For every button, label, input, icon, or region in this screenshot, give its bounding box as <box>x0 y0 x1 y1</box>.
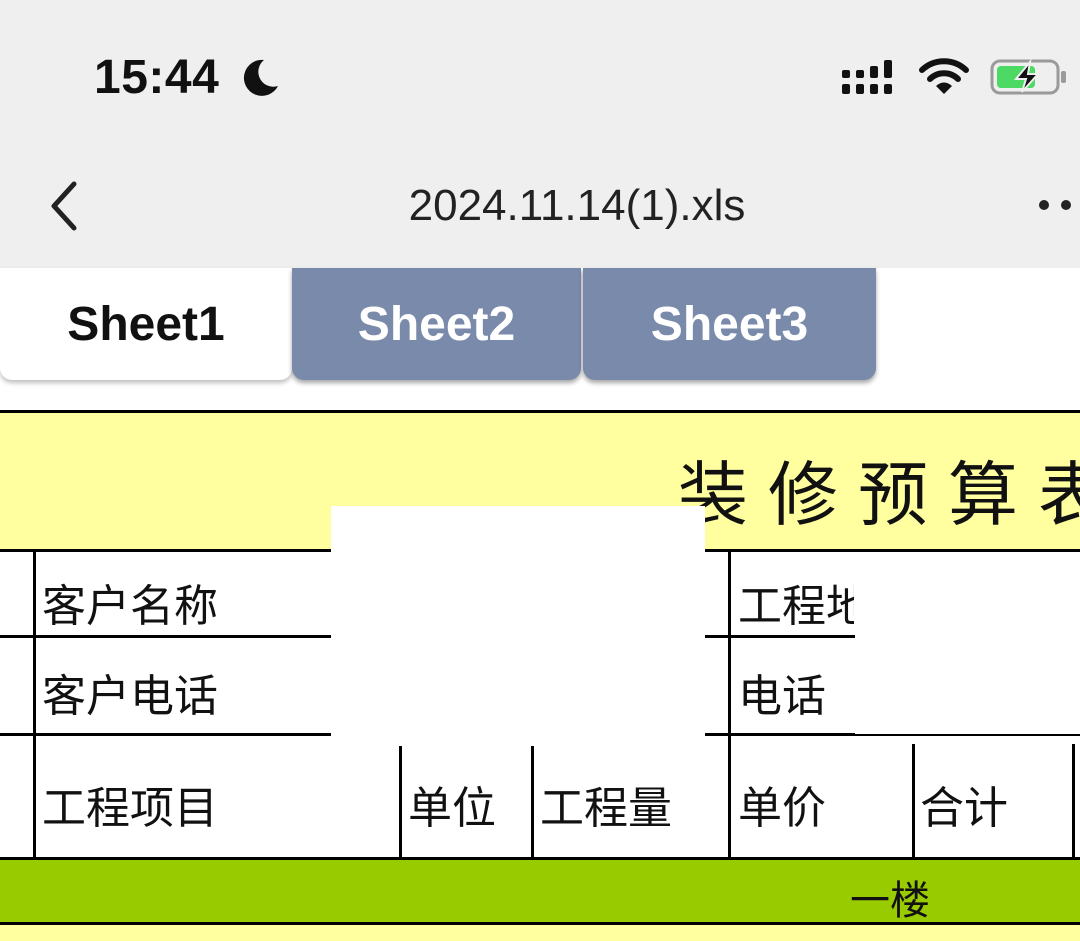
status-bar: 15:44 <box>0 0 1080 150</box>
grid-line <box>1072 744 1075 858</box>
cell-phone-label: 电话 <box>738 671 826 722</box>
wifi-icon <box>919 58 969 94</box>
nav-bar: 2024.11.14(1).xls <box>0 150 1080 268</box>
next-data-row <box>0 925 1080 941</box>
redacted-area <box>855 552 1080 734</box>
sheet-title: 装修预算表 <box>678 454 1080 536</box>
cell-client-phone-label: 客户电话 <box>42 671 218 722</box>
more-options-icon[interactable] <box>1034 190 1080 220</box>
tab-sheet1[interactable]: Sheet1 <box>0 268 292 380</box>
battery-charging-icon <box>990 58 1066 95</box>
document-title: 2024.11.14(1).xls <box>408 181 746 230</box>
tab-sheet2[interactable]: Sheet2 <box>292 268 581 380</box>
sheet-tab-bar: Sheet1 Sheet2 Sheet3 <box>0 268 1080 410</box>
section-label: 一楼 <box>850 878 930 924</box>
cell-client-name-label: 客户名称 <box>42 581 218 632</box>
grid-line <box>531 746 534 858</box>
cell-project-address-label: 工程地 <box>738 581 854 632</box>
tab-sheet3[interactable]: Sheet3 <box>583 268 876 380</box>
header-total: 合计 <box>920 783 1008 834</box>
moon-icon <box>243 59 278 96</box>
grid-line <box>399 746 402 858</box>
grid-line <box>728 550 731 858</box>
grid-line <box>912 744 915 858</box>
header-project-item: 工程项目 <box>42 783 218 834</box>
header-unit-price: 单价 <box>738 783 826 834</box>
grid-line <box>33 550 36 858</box>
spreadsheet-grid[interactable]: 装修预算表 客户名称 工程地 客户电话 电话 工程项目 单位 工程量 单价 合计… <box>0 410 1080 941</box>
section-row-first-floor: 一楼 <box>0 857 1080 925</box>
header-unit: 单位 <box>408 783 496 834</box>
redacted-area <box>331 506 705 736</box>
cellular-signal-icon <box>842 60 892 94</box>
status-time: 15:44 <box>94 51 220 104</box>
header-quantity: 工程量 <box>540 783 672 834</box>
